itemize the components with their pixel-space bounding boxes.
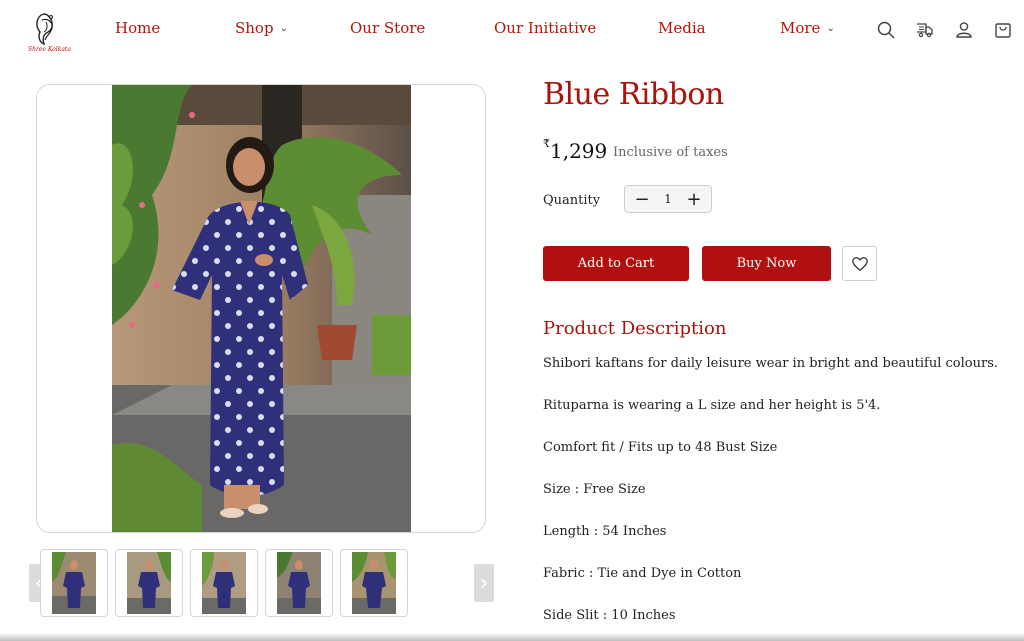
description-line: Length : 54 Inches: [543, 524, 667, 539]
gallery-next-button[interactable]: ›: [474, 564, 494, 602]
nav-shop-label: Shop: [235, 19, 274, 37]
nav-our-store-label: Our Store: [350, 19, 426, 37]
header-nav: Shree Kolkata Home Shop ⌄ Our Store Our …: [0, 0, 1024, 62]
description-line: Size : Free Size: [543, 482, 646, 497]
thumbnail-5[interactable]: [340, 549, 408, 617]
description-line: Comfort fit / Fits up to 48 Bust Size: [543, 440, 778, 455]
nav-media[interactable]: Media: [658, 19, 706, 37]
quantity-increase-button[interactable]: +: [685, 189, 703, 210]
page-bottom-shadow: [0, 633, 1024, 641]
nav-our-store[interactable]: Our Store: [350, 19, 425, 37]
add-to-cart-button[interactable]: Add to Cart: [543, 246, 689, 281]
nav-media-label: Media: [658, 19, 706, 37]
nav-more-label: More: [780, 19, 821, 37]
chevron-down-icon: ⌄: [279, 22, 288, 34]
description-line: Side Slit : 10 Inches: [543, 608, 676, 623]
buy-now-button[interactable]: Buy Now: [702, 246, 831, 281]
price-value: 1,299: [550, 139, 608, 163]
nav-home-label: Home: [115, 19, 161, 37]
product-price: ₹1,299: [543, 137, 608, 163]
thumbnail-3[interactable]: [190, 549, 258, 617]
search-icon[interactable]: [876, 20, 896, 40]
quantity-stepper: − 1 +: [624, 185, 712, 213]
thumbnail-strip: [40, 549, 410, 617]
brand-logo[interactable]: Shree Kolkata: [26, 8, 76, 58]
description-line: Shibori kaftans for daily leisure wear i…: [543, 356, 998, 371]
nav-our-initiative-label: Our Initiative: [494, 19, 597, 37]
chevron-right-icon: ›: [479, 570, 489, 596]
nav-our-initiative[interactable]: Our Initiative: [494, 19, 596, 37]
delivery-icon[interactable]: [915, 20, 935, 40]
nav-more[interactable]: More ⌄: [780, 19, 835, 37]
wishlist-button[interactable]: [842, 246, 877, 281]
thumbnail-2[interactable]: [115, 549, 183, 617]
quantity-label: Quantity: [543, 193, 601, 208]
user-icon[interactable]: [954, 20, 974, 40]
description-title: Product Description: [543, 318, 727, 339]
nav-home[interactable]: Home: [115, 19, 160, 37]
cart-icon[interactable]: [993, 20, 1013, 40]
heart-icon: [851, 256, 868, 271]
currency-symbol: ₹: [543, 137, 550, 150]
nav-shop[interactable]: Shop ⌄: [235, 19, 288, 37]
main-product-image[interactable]: [36, 84, 486, 533]
tax-note: Inclusive of taxes: [613, 145, 728, 160]
quantity-decrease-button[interactable]: −: [633, 189, 651, 210]
product-photo: [112, 85, 411, 532]
thumbnail-1[interactable]: [40, 549, 108, 617]
description-line: Rituparna is wearing a L size and her he…: [543, 398, 881, 413]
product-title: Blue Ribbon: [543, 77, 724, 112]
thumbnail-4[interactable]: [265, 549, 333, 617]
logo-text: Shree Kolkata: [28, 46, 71, 53]
description-line: Fabric : Tie and Dye in Cotton: [543, 566, 742, 581]
quantity-value[interactable]: 1: [664, 192, 672, 206]
chevron-down-icon: ⌄: [826, 22, 835, 34]
